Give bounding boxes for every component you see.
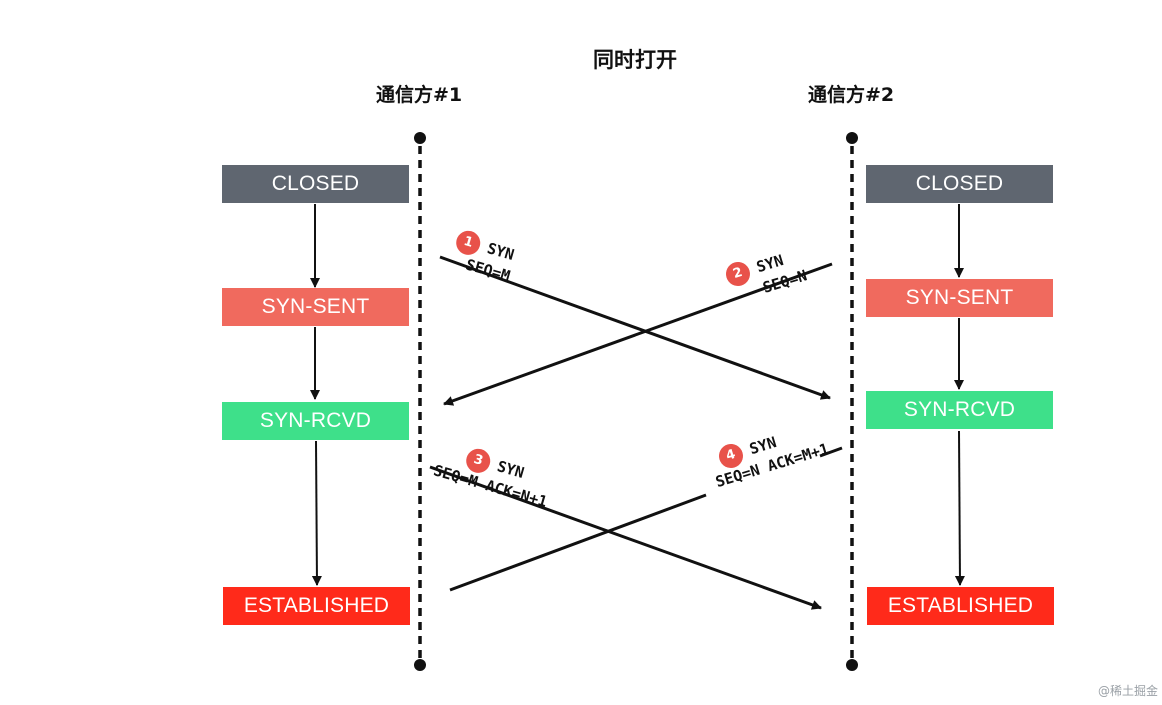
- left-state-established: ESTABLISHED: [223, 587, 410, 625]
- right-state-syn-rcvd: SYN-RCVD: [866, 391, 1053, 429]
- message-4-arrow-segment-a: [449, 493, 707, 592]
- timeline-right-start-dot: [846, 132, 858, 144]
- timeline-left-end-dot: [414, 659, 426, 671]
- timeline-right: [846, 132, 858, 671]
- watermark: @稀土掘金: [1098, 684, 1159, 698]
- right-state-closed: CLOSED: [866, 165, 1053, 203]
- diagram-title: 同时打开: [593, 48, 677, 72]
- party-right-label: 通信方#2: [808, 84, 895, 106]
- left-state-closed: CLOSED: [222, 165, 409, 203]
- timeline-left: [414, 132, 426, 671]
- timeline-left-start-dot: [414, 132, 426, 144]
- party-left-label: 通信方#1: [376, 84, 463, 106]
- left-state-syn-sent: SYN-SENT: [222, 288, 409, 326]
- right-synrcvd-to-established-arrow: [954, 430, 965, 586]
- message-1-type: SYN: [485, 239, 517, 264]
- right-state-syn-sent: SYN-SENT: [866, 279, 1053, 317]
- left-state-syn-rcvd: SYN-RCVD: [222, 402, 409, 440]
- right-state-established: ESTABLISHED: [867, 587, 1054, 625]
- left-synrcvd-to-established-arrow: [311, 440, 322, 586]
- message-3-type: SYN: [495, 457, 527, 482]
- timeline-right-end-dot: [846, 659, 858, 671]
